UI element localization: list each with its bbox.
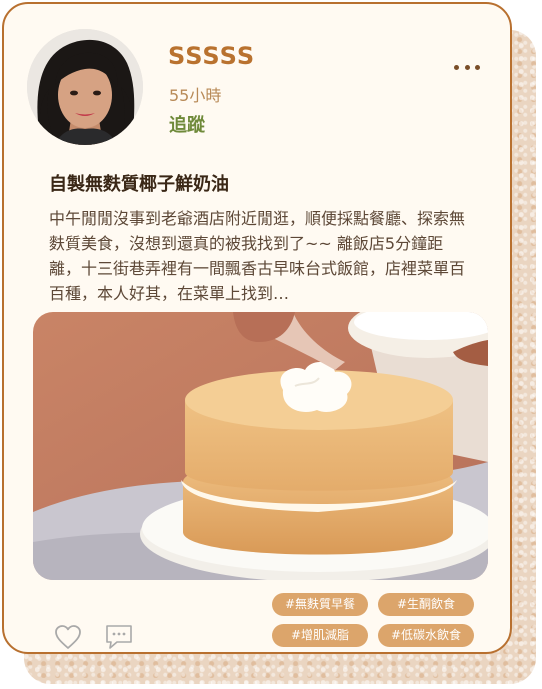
dot-icon: [464, 64, 470, 70]
avatar[interactable]: [27, 29, 143, 145]
post-body[interactable]: 中午閒閒沒事到老爺酒店附近閒逛，順便採點餐廳、探索無麩質美食，沒想到還真的被我找…: [49, 206, 471, 306]
more-options-icon[interactable]: [454, 59, 480, 75]
tag-chip[interactable]: #增肌減脂: [272, 624, 368, 647]
post-photo[interactable]: [33, 312, 488, 580]
username[interactable]: SSSSS: [168, 42, 255, 70]
tag-chip[interactable]: #無麩質早餐: [272, 593, 368, 616]
post-card: SSSSS 55小時 追蹤 自製無麩質椰子鮮奶油 中午閒閒沒事到老爺酒店附近閒逛…: [2, 2, 512, 654]
post-title: 自製無麩質椰子鮮奶油: [49, 174, 229, 195]
tag-chip[interactable]: #低碳水飲食: [378, 624, 474, 647]
tag-chip[interactable]: #生酮飲食: [378, 593, 474, 616]
dot-icon: [475, 64, 480, 70]
comment-icon[interactable]: [105, 624, 133, 650]
follow-button[interactable]: 追蹤: [169, 111, 205, 137]
dot-icon: [454, 64, 459, 70]
tag-list: #無麩質早餐 #生酮飲食 #增肌減脂 #低碳水飲食: [272, 593, 482, 647]
post-timestamp: 55小時: [169, 86, 222, 105]
heart-icon[interactable]: [54, 624, 82, 650]
